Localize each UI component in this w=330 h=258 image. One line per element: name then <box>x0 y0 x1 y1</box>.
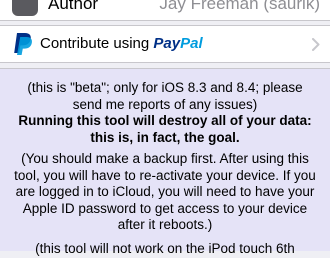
destroy-data-warning: Running this tool will destroy all of yo… <box>18 113 312 145</box>
paypal-icon <box>14 33 32 55</box>
author-label: Author <box>48 0 99 13</box>
author-row: Author Jay Freeman (saurik) <box>0 0 330 21</box>
contribute-paypal-button[interactable]: Contribute using PayPal <box>0 25 330 63</box>
info-panel: (this is "beta"; only for iOS 8.3 and 8.… <box>0 68 330 256</box>
paypal-brand-pal: Pal <box>180 35 203 52</box>
paypal-brand: PayPal <box>153 35 202 52</box>
author-value: Jay Freeman (saurik) <box>159 0 320 13</box>
paypal-brand-pay: Pay <box>153 35 181 52</box>
paypal-label-prefix: Contribute using <box>40 35 154 52</box>
ipod-compat-note: (this tool will not work on the iPod tou… <box>35 241 295 256</box>
beta-note: (this is "beta"; only for iOS 8.3 and 8.… <box>27 80 303 112</box>
paypal-label: Contribute using PayPal <box>40 35 203 52</box>
backup-note: (You should make a backup first. After u… <box>14 151 316 232</box>
author-icon <box>12 0 38 16</box>
chevron-right-icon <box>312 38 320 51</box>
